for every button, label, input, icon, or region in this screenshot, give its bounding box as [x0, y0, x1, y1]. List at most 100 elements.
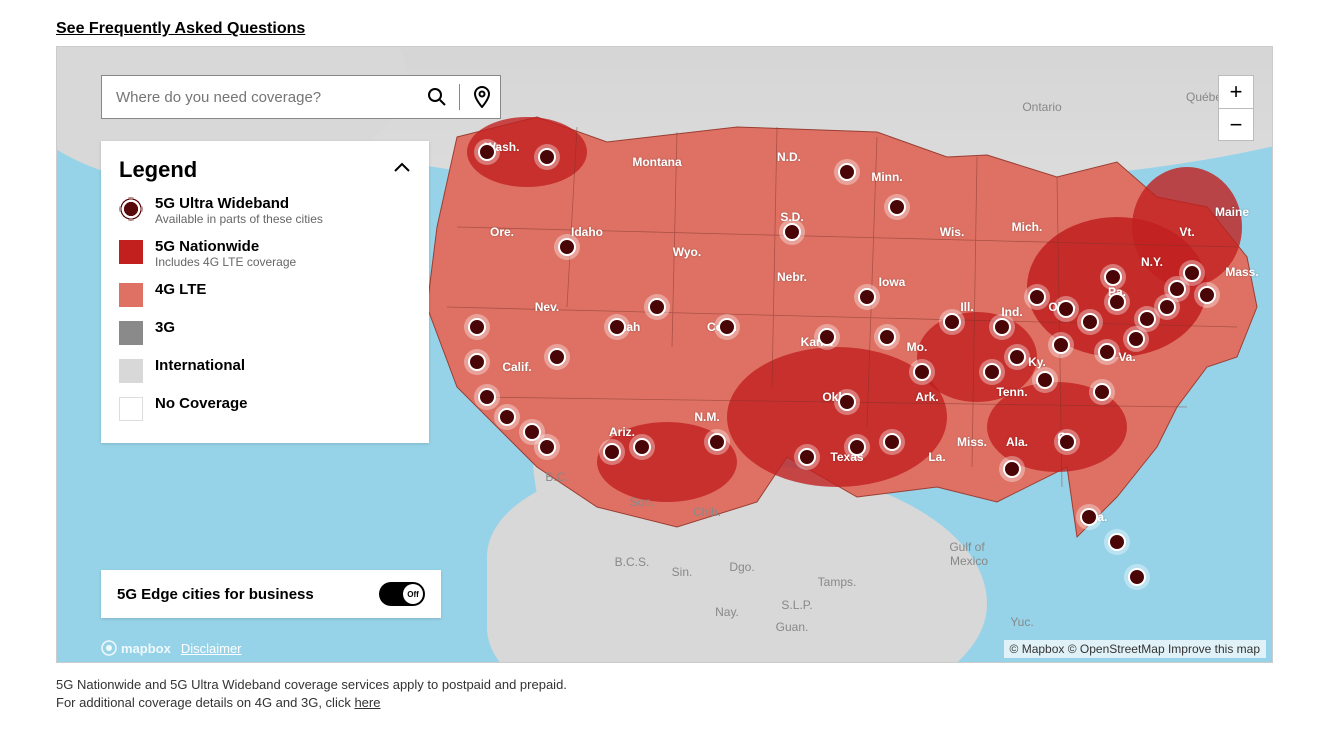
edge-toggle-label: 5G Edge cities for business [117, 586, 314, 603]
city-5g-uw-marker[interactable] [1057, 300, 1075, 318]
map-label: S.L.P. [781, 598, 812, 612]
city-5g-uw-marker[interactable] [1028, 288, 1046, 306]
search-icon[interactable] [419, 87, 455, 107]
legend-label: 3G [155, 319, 175, 336]
map-label: Ala. [1006, 435, 1028, 449]
disclaimer-link[interactable]: Disclaimer [181, 641, 242, 656]
map-label: Yuc. [1010, 615, 1033, 629]
city-5g-uw-marker[interactable] [1168, 280, 1186, 298]
map-label: Sin. [672, 565, 693, 579]
map-label: Nebr. [777, 270, 807, 284]
map-label: Ill. [960, 300, 973, 314]
city-5g-uw-marker[interactable] [1093, 383, 1111, 401]
city-5g-uw-marker[interactable] [523, 423, 541, 441]
faq-link[interactable]: See Frequently Asked Questions [56, 20, 305, 38]
map-label: Minn. [871, 170, 902, 184]
zoom-out-button[interactable]: − [1219, 108, 1253, 140]
map-label: Ark. [915, 390, 938, 404]
location-icon[interactable] [464, 86, 500, 108]
edge-toggle[interactable]: Off [379, 582, 425, 606]
city-5g-uw-marker[interactable] [498, 408, 516, 426]
city-5g-uw-marker[interactable] [1003, 460, 1021, 478]
city-5g-uw-marker[interactable] [1036, 371, 1054, 389]
city-5g-uw-marker[interactable] [1108, 293, 1126, 311]
map-label: Mass. [1225, 265, 1258, 279]
city-5g-uw-marker[interactable] [538, 148, 556, 166]
search-input[interactable] [102, 89, 419, 106]
map-attribution[interactable]: © Mapbox © OpenStreetMap Improve this ma… [1004, 640, 1266, 658]
map-credits-left: mapbox Disclaimer [101, 640, 242, 656]
city-5g-uw-marker[interactable] [1098, 343, 1116, 361]
city-5g-uw-marker[interactable] [1080, 508, 1098, 526]
city-5g-uw-marker[interactable] [708, 433, 726, 451]
map-label: Ariz. [609, 425, 635, 439]
city-5g-uw-marker[interactable] [478, 143, 496, 161]
city-5g-uw-marker[interactable] [1128, 568, 1146, 586]
map-label: Iowa [879, 275, 906, 289]
swatch-intl-icon [119, 359, 143, 383]
legend-title: Legend [119, 157, 197, 183]
map-label: N.Y. [1141, 255, 1163, 269]
city-5g-uw-marker[interactable] [1183, 264, 1201, 282]
map-label: Nay. [715, 605, 739, 619]
city-5g-uw-marker[interactable] [468, 353, 486, 371]
map-label: Dgo. [729, 560, 754, 574]
city-5g-uw-marker[interactable] [838, 393, 856, 411]
legend-label: No Coverage [155, 395, 248, 412]
map-label: B.C. [545, 470, 568, 484]
coverage-map[interactable]: Wash.MontanaN.D.Minn.Ore.IdahoS.D.Wis.Mi… [56, 46, 1273, 663]
city-5g-uw-marker[interactable] [718, 318, 736, 336]
city-5g-uw-marker[interactable] [783, 223, 801, 241]
city-5g-uw-marker[interactable] [878, 328, 896, 346]
city-5g-uw-marker[interactable] [608, 318, 626, 336]
city-5g-uw-marker[interactable] [1058, 433, 1076, 451]
zoom-in-button[interactable]: + [1219, 76, 1253, 108]
chevron-up-icon[interactable] [393, 161, 411, 179]
city-5g-uw-marker[interactable] [1081, 313, 1099, 331]
city-5g-uw-marker[interactable] [883, 433, 901, 451]
edge-cities-panel: 5G Edge cities for business Off [101, 570, 441, 618]
map-label: La. [928, 450, 945, 464]
legend-panel: Legend 5G Ultra WidebandAvailable in par… [101, 141, 429, 443]
city-5g-uw-marker[interactable] [838, 163, 856, 181]
city-5g-uw-marker[interactable] [1198, 286, 1216, 304]
city-5g-uw-marker[interactable] [858, 288, 876, 306]
city-5g-uw-marker[interactable] [983, 363, 1001, 381]
city-5g-uw-marker[interactable] [548, 348, 566, 366]
legend-item-nocov: No Coverage [119, 395, 411, 421]
city-5g-uw-marker[interactable] [633, 438, 651, 456]
map-label: Tamps. [818, 575, 857, 589]
city-5g-uw-marker[interactable] [1158, 298, 1176, 316]
city-5g-uw-marker[interactable] [993, 318, 1011, 336]
city-5g-uw-marker[interactable] [888, 198, 906, 216]
legend-item-5g-uw: 5G Ultra WidebandAvailable in parts of t… [119, 195, 411, 226]
city-5g-uw-marker[interactable] [1108, 533, 1126, 551]
city-5g-uw-marker[interactable] [603, 443, 621, 461]
city-5g-uw-marker[interactable] [1008, 348, 1026, 366]
city-5g-uw-marker[interactable] [1138, 310, 1156, 328]
city-5g-uw-marker[interactable] [848, 438, 866, 456]
legend-item-4glte: 4G LTE [119, 281, 411, 307]
city-5g-uw-marker[interactable] [1127, 330, 1145, 348]
city-5g-uw-marker[interactable] [798, 448, 816, 466]
city-5g-uw-marker[interactable] [478, 388, 496, 406]
mapbox-logo[interactable]: mapbox [101, 640, 171, 656]
city-5g-uw-marker[interactable] [468, 318, 486, 336]
city-5g-uw-marker[interactable] [1104, 268, 1122, 286]
legend-sublabel: Includes 4G LTE coverage [155, 255, 296, 269]
footer-here-link[interactable]: here [354, 695, 380, 710]
swatch-4glte-icon [119, 283, 143, 307]
map-label: Vt. [1179, 225, 1194, 239]
city-5g-uw-marker[interactable] [913, 363, 931, 381]
map-label: N.M. [694, 410, 719, 424]
legend-item-3g: 3G [119, 319, 411, 345]
city-5g-uw-marker[interactable] [558, 238, 576, 256]
city-5g-uw-marker[interactable] [648, 298, 666, 316]
toggle-knob: Off [403, 584, 423, 604]
city-5g-uw-marker[interactable] [1052, 336, 1070, 354]
city-5g-uw-marker[interactable] [538, 438, 556, 456]
map-label: B.C.S. [615, 555, 650, 569]
city-5g-uw-marker[interactable] [818, 328, 836, 346]
map-label: Mexico [950, 554, 988, 568]
city-5g-uw-marker[interactable] [943, 313, 961, 331]
